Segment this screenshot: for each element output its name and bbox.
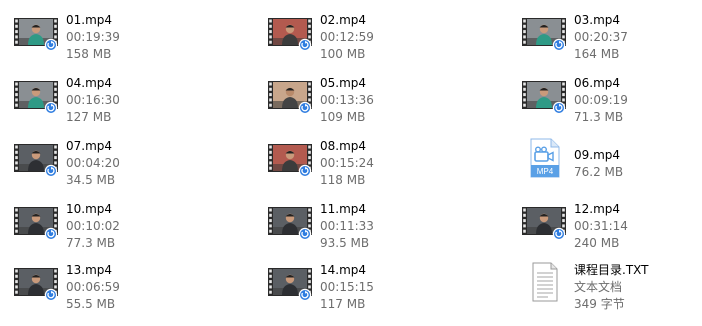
mp4-file-icon: MP4 [530, 138, 560, 178]
file-tile[interactable]: MP4 09.mp4 76.2 MB [508, 132, 702, 188]
file-size: 164 MB [574, 47, 620, 61]
file-size: 118 MB [320, 173, 366, 187]
video-thumbnail-icon [14, 144, 58, 178]
file-tile[interactable]: 01.mp4 00:19:39 158 MB [0, 6, 240, 62]
file-duration: 00:11:33 [320, 219, 374, 233]
file-name: 08.mp4 [320, 139, 367, 153]
file-tile[interactable]: 11.mp4 00:11:33 93.5 MB [254, 195, 494, 251]
file-duration: 00:09:19 [574, 93, 628, 107]
file-name: 11.mp4 [320, 202, 367, 216]
file-size: 158 MB [66, 47, 112, 61]
video-thumbnail-icon [14, 268, 58, 302]
file-tile[interactable]: 05.mp4 00:13:36 109 MB [254, 69, 494, 125]
file-size: 55.5 MB [66, 297, 116, 311]
video-thumbnail-icon [522, 18, 566, 52]
file-type: 文本文档 [574, 280, 623, 294]
file-duration: 00:13:36 [320, 93, 374, 107]
file-tile[interactable]: 08.mp4 00:15:24 118 MB [254, 132, 494, 188]
file-duration: 00:04:20 [66, 156, 120, 170]
file-name: 03.mp4 [574, 13, 621, 27]
file-duration: 00:15:15 [320, 280, 374, 294]
video-thumbnail-icon [14, 207, 58, 241]
file-name: 05.mp4 [320, 76, 367, 90]
file-name: 14.mp4 [320, 263, 367, 277]
video-thumbnail-icon [268, 144, 312, 178]
file-tile[interactable]: 13.mp4 00:06:59 55.5 MB [0, 256, 240, 312]
file-size: 34.5 MB [66, 173, 116, 187]
file-tile[interactable]: 07.mp4 00:04:20 34.5 MB [0, 132, 240, 188]
file-duration: 00:12:59 [320, 30, 374, 44]
file-grid: 01.mp4 00:19:39 158 MB 02.mp4 00:12:59 1… [0, 0, 702, 326]
video-thumbnail-icon [268, 81, 312, 115]
file-name: 02.mp4 [320, 13, 367, 27]
file-size: 240 MB [574, 236, 620, 250]
file-size: 76.2 MB [574, 165, 624, 179]
video-thumbnail-icon [268, 268, 312, 302]
file-name: 13.mp4 [66, 263, 113, 277]
file-name: 12.mp4 [574, 202, 621, 216]
file-tile[interactable]: 10.mp4 00:10:02 77.3 MB [0, 195, 240, 251]
file-duration: 00:15:24 [320, 156, 374, 170]
file-tile[interactable]: 06.mp4 00:09:19 71.3 MB [508, 69, 702, 125]
file-duration: 00:20:37 [574, 30, 628, 44]
mp4-badge-label: MP4 [537, 167, 554, 176]
file-tile[interactable]: 课程目录.TXT 文本文档 349 字节 [508, 256, 702, 312]
video-thumbnail-icon [268, 18, 312, 52]
file-name: 06.mp4 [574, 76, 621, 90]
video-thumbnail-icon [522, 81, 566, 115]
file-size: 349 字节 [574, 297, 625, 311]
file-tile[interactable]: 02.mp4 00:12:59 100 MB [254, 6, 494, 62]
file-duration: 00:19:39 [66, 30, 120, 44]
file-name: 04.mp4 [66, 76, 113, 90]
file-duration: 00:31:14 [574, 219, 628, 233]
file-size: 117 MB [320, 297, 366, 311]
file-tile[interactable]: 04.mp4 00:16:30 127 MB [0, 69, 240, 125]
file-tile[interactable]: 14.mp4 00:15:15 117 MB [254, 256, 494, 312]
file-name: 课程目录.TXT [574, 263, 649, 277]
file-size: 71.3 MB [574, 110, 624, 124]
file-duration: 00:06:59 [66, 280, 120, 294]
file-size: 100 MB [320, 47, 366, 61]
file-duration: 00:16:30 [66, 93, 120, 107]
file-name: 10.mp4 [66, 202, 113, 216]
file-size: 109 MB [320, 110, 366, 124]
file-size: 77.3 MB [66, 236, 116, 250]
file-size: 93.5 MB [320, 236, 370, 250]
video-thumbnail-icon [14, 81, 58, 115]
file-name: 07.mp4 [66, 139, 113, 153]
file-duration: 00:10:02 [66, 219, 120, 233]
text-document-icon [532, 262, 558, 302]
video-thumbnail-icon [268, 207, 312, 241]
file-tile[interactable]: 03.mp4 00:20:37 164 MB [508, 6, 702, 62]
file-name: 09.mp4 [574, 148, 621, 162]
video-thumbnail-icon [522, 207, 566, 241]
file-name: 01.mp4 [66, 13, 113, 27]
file-size: 127 MB [66, 110, 112, 124]
video-thumbnail-icon [14, 18, 58, 52]
file-tile[interactable]: 12.mp4 00:31:14 240 MB [508, 195, 702, 251]
